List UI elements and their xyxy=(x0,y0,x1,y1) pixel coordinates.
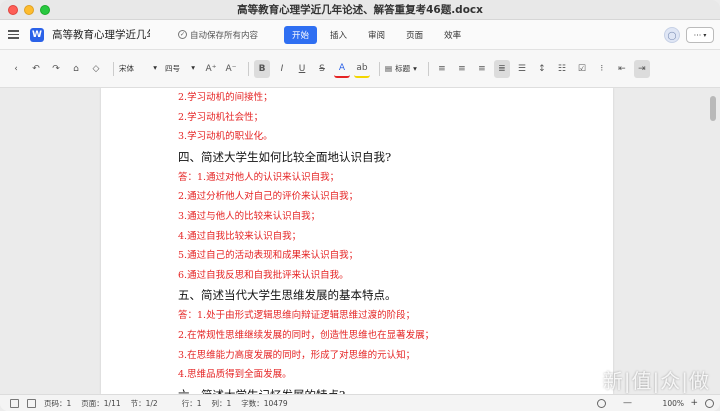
line-spacing-icon[interactable]: ↕ xyxy=(534,60,550,78)
zoom-level[interactable]: 100% xyxy=(663,399,684,408)
col-info: 列：1 xyxy=(211,398,232,408)
body-text[interactable]: 2.通过分析他人对自己的评价来认识自我； xyxy=(178,187,598,207)
page-number: 页码：1 xyxy=(44,398,72,408)
outdent-icon[interactable]: ⇤ xyxy=(614,60,630,78)
style-icon: ▤ xyxy=(385,64,393,73)
font-color-button[interactable]: A xyxy=(334,60,350,78)
checklist-icon[interactable]: ☑ xyxy=(574,60,590,78)
status-bar: 页码：1 页面：1/11 节：1/2 行：1 列：1 字数：10479 — 10… xyxy=(0,394,720,411)
tab-insert[interactable]: 插入 xyxy=(322,26,355,44)
outline-icon[interactable] xyxy=(27,398,36,408)
body-text[interactable]: 5.通过自己的活动表现和成果来认识自我； xyxy=(178,246,598,266)
site-watermark: 新|值|众|做 xyxy=(602,369,710,393)
body-text[interactable]: 答：1.处于由形式逻辑思维向辩证逻辑思维过渡的阶段； xyxy=(178,306,598,326)
divider xyxy=(379,61,380,76)
divider xyxy=(248,61,249,76)
style-value: 标题 xyxy=(395,64,411,73)
document-name[interactable]: 高等教育心理学近几年... xyxy=(52,27,150,42)
tab-start[interactable]: 开始 xyxy=(284,25,318,44)
body-text[interactable]: 4.思维品质得到全面发展。 xyxy=(178,365,598,385)
eraser-icon[interactable]: ◇ xyxy=(88,60,104,78)
question-heading[interactable]: 五、简述当代大学生思维发展的基本特点。 xyxy=(178,285,598,306)
more-options-button[interactable]: ··· ▾ xyxy=(686,27,714,43)
undo-icon[interactable]: ↶ xyxy=(28,60,44,78)
window-title: 高等教育心理学近几年论述、解答重复考46题.docx xyxy=(237,4,483,16)
word-count: 字数：10479 xyxy=(241,398,288,408)
formatting-toolbar: ‹ ↶ ↷ ⌂ ◇ 宋体 ▾ 四号 ▾ A⁺ A⁻ B I U S A ab ▤ 标题… xyxy=(0,50,720,88)
vertical-scrollbar[interactable] xyxy=(710,96,716,121)
autosave-status[interactable]: ✓ 自动保存所有内容 xyxy=(178,29,258,41)
body-text[interactable]: 2.学习动机社会性； xyxy=(178,108,598,128)
format-painter-icon[interactable]: ⌂ xyxy=(68,60,84,78)
style-select[interactable]: ▤ 标题 ▾ xyxy=(385,63,417,74)
grow-font-button[interactable]: A⁺ xyxy=(203,60,219,78)
tab-efficiency[interactable]: 效率 xyxy=(436,26,469,44)
font-size-select[interactable]: 四号 ▾ xyxy=(165,63,195,74)
sidebar-toggle-icon[interactable] xyxy=(10,398,19,408)
divider xyxy=(113,61,114,76)
chevron-down-icon: ▾ xyxy=(191,63,195,72)
more-label: ··· xyxy=(693,30,702,40)
body-text[interactable]: 3.在思维能力高度发展的同时，形成了对思维的元认知； xyxy=(178,346,598,366)
strikethrough-button[interactable]: S xyxy=(314,60,330,78)
justify-icon[interactable]: ≣ xyxy=(493,59,510,78)
settings-icon[interactable] xyxy=(705,398,714,408)
doc-logo-icon: W xyxy=(30,27,44,42)
zoom-out-button[interactable]: — xyxy=(623,398,632,408)
row-info: 行：1 xyxy=(181,398,202,408)
tab-page[interactable]: 页面 xyxy=(398,26,431,44)
align-left-icon[interactable]: ≡ xyxy=(434,60,450,78)
shrink-font-button[interactable]: A⁻ xyxy=(223,60,239,78)
distribute-icon[interactable]: ☰ xyxy=(514,60,530,78)
font-value: 宋体 xyxy=(119,64,134,73)
section-info: 节：1/2 xyxy=(130,398,158,408)
globe-icon[interactable] xyxy=(597,398,606,408)
back-icon[interactable]: ‹ xyxy=(8,60,24,78)
underline-button[interactable]: U xyxy=(294,60,310,78)
italic-button[interactable]: I xyxy=(274,60,290,78)
page-count: 页面：1/11 xyxy=(81,398,121,408)
title-bar: 高等教育心理学近几年论述、解答重复考46题.docx xyxy=(0,0,720,20)
ribbon-tabs: 开始 插入 审阅 页面 效率 xyxy=(284,25,474,44)
divider xyxy=(427,61,429,76)
document-page[interactable]: 2.学习动机的间接性； 2.学习动机社会性； 3.学习动机的职业化。 四、简述大… xyxy=(101,88,613,394)
check-circle-icon: ✓ xyxy=(178,30,187,39)
question-heading[interactable]: 六、简述大学生记忆发展的特点? xyxy=(178,385,598,394)
highlight-button[interactable]: ab xyxy=(354,60,370,78)
app-header: W 高等教育心理学近几年... ✓ 自动保存所有内容 开始 插入 审阅 页面 效… xyxy=(0,20,720,50)
align-right-icon[interactable]: ≡ xyxy=(474,60,490,78)
redo-icon[interactable]: ↷ xyxy=(48,60,64,78)
zoom-in-button[interactable]: + xyxy=(690,398,698,408)
body-text[interactable]: 3.学习动机的职业化。 xyxy=(178,127,598,147)
chevron-down-icon: ▾ xyxy=(703,31,707,39)
bold-button[interactable]: B xyxy=(254,59,270,78)
chevron-down-icon: ▾ xyxy=(413,64,417,73)
app-window: 高等教育心理学近几年论述、解答重复考46题.docx W 高等教育心理学近几年.… xyxy=(0,0,720,411)
body-text[interactable]: 答：1.通过对他人的认识来认识自我； xyxy=(178,168,598,188)
body-text[interactable]: 4.通过自我比较来认识自我； xyxy=(178,227,598,247)
numbered-list-icon[interactable]: ⁝ xyxy=(594,60,610,78)
list-icon[interactable]: ☷ xyxy=(554,60,570,78)
chevron-down-icon: ▾ xyxy=(153,63,157,72)
autosave-label: 自动保存所有内容 xyxy=(190,30,259,41)
body-text[interactable]: 6.通过自我反思和自我批评来认识自我。 xyxy=(178,266,598,286)
body-text[interactable]: 2.学习动机的间接性； xyxy=(178,88,598,108)
body-text[interactable]: 2.在常规性思维继续发展的同时，创造性思维也在显著发展； xyxy=(178,326,598,346)
size-value: 四号 xyxy=(165,64,180,73)
font-family-select[interactable]: 宋体 ▾ xyxy=(119,63,157,74)
page-content[interactable]: 2.学习动机的间接性； 2.学习动机社会性； 3.学习动机的职业化。 四、简述大… xyxy=(178,88,598,394)
user-avatar-icon[interactable]: ◯ xyxy=(664,27,680,43)
document-canvas[interactable]: 2.学习动机的间接性； 2.学习动机社会性； 3.学习动机的职业化。 四、简述大… xyxy=(0,88,720,394)
align-center-icon[interactable]: ≡ xyxy=(454,60,470,78)
body-text[interactable]: 3.通过与他人的比较来认识自我； xyxy=(178,207,598,227)
tab-review[interactable]: 审阅 xyxy=(360,26,393,44)
indent-icon[interactable]: ⇥ xyxy=(633,59,650,78)
hamburger-menu-icon[interactable] xyxy=(8,30,19,39)
question-heading[interactable]: 四、简述大学生如何比较全面地认识自我? xyxy=(178,147,598,168)
